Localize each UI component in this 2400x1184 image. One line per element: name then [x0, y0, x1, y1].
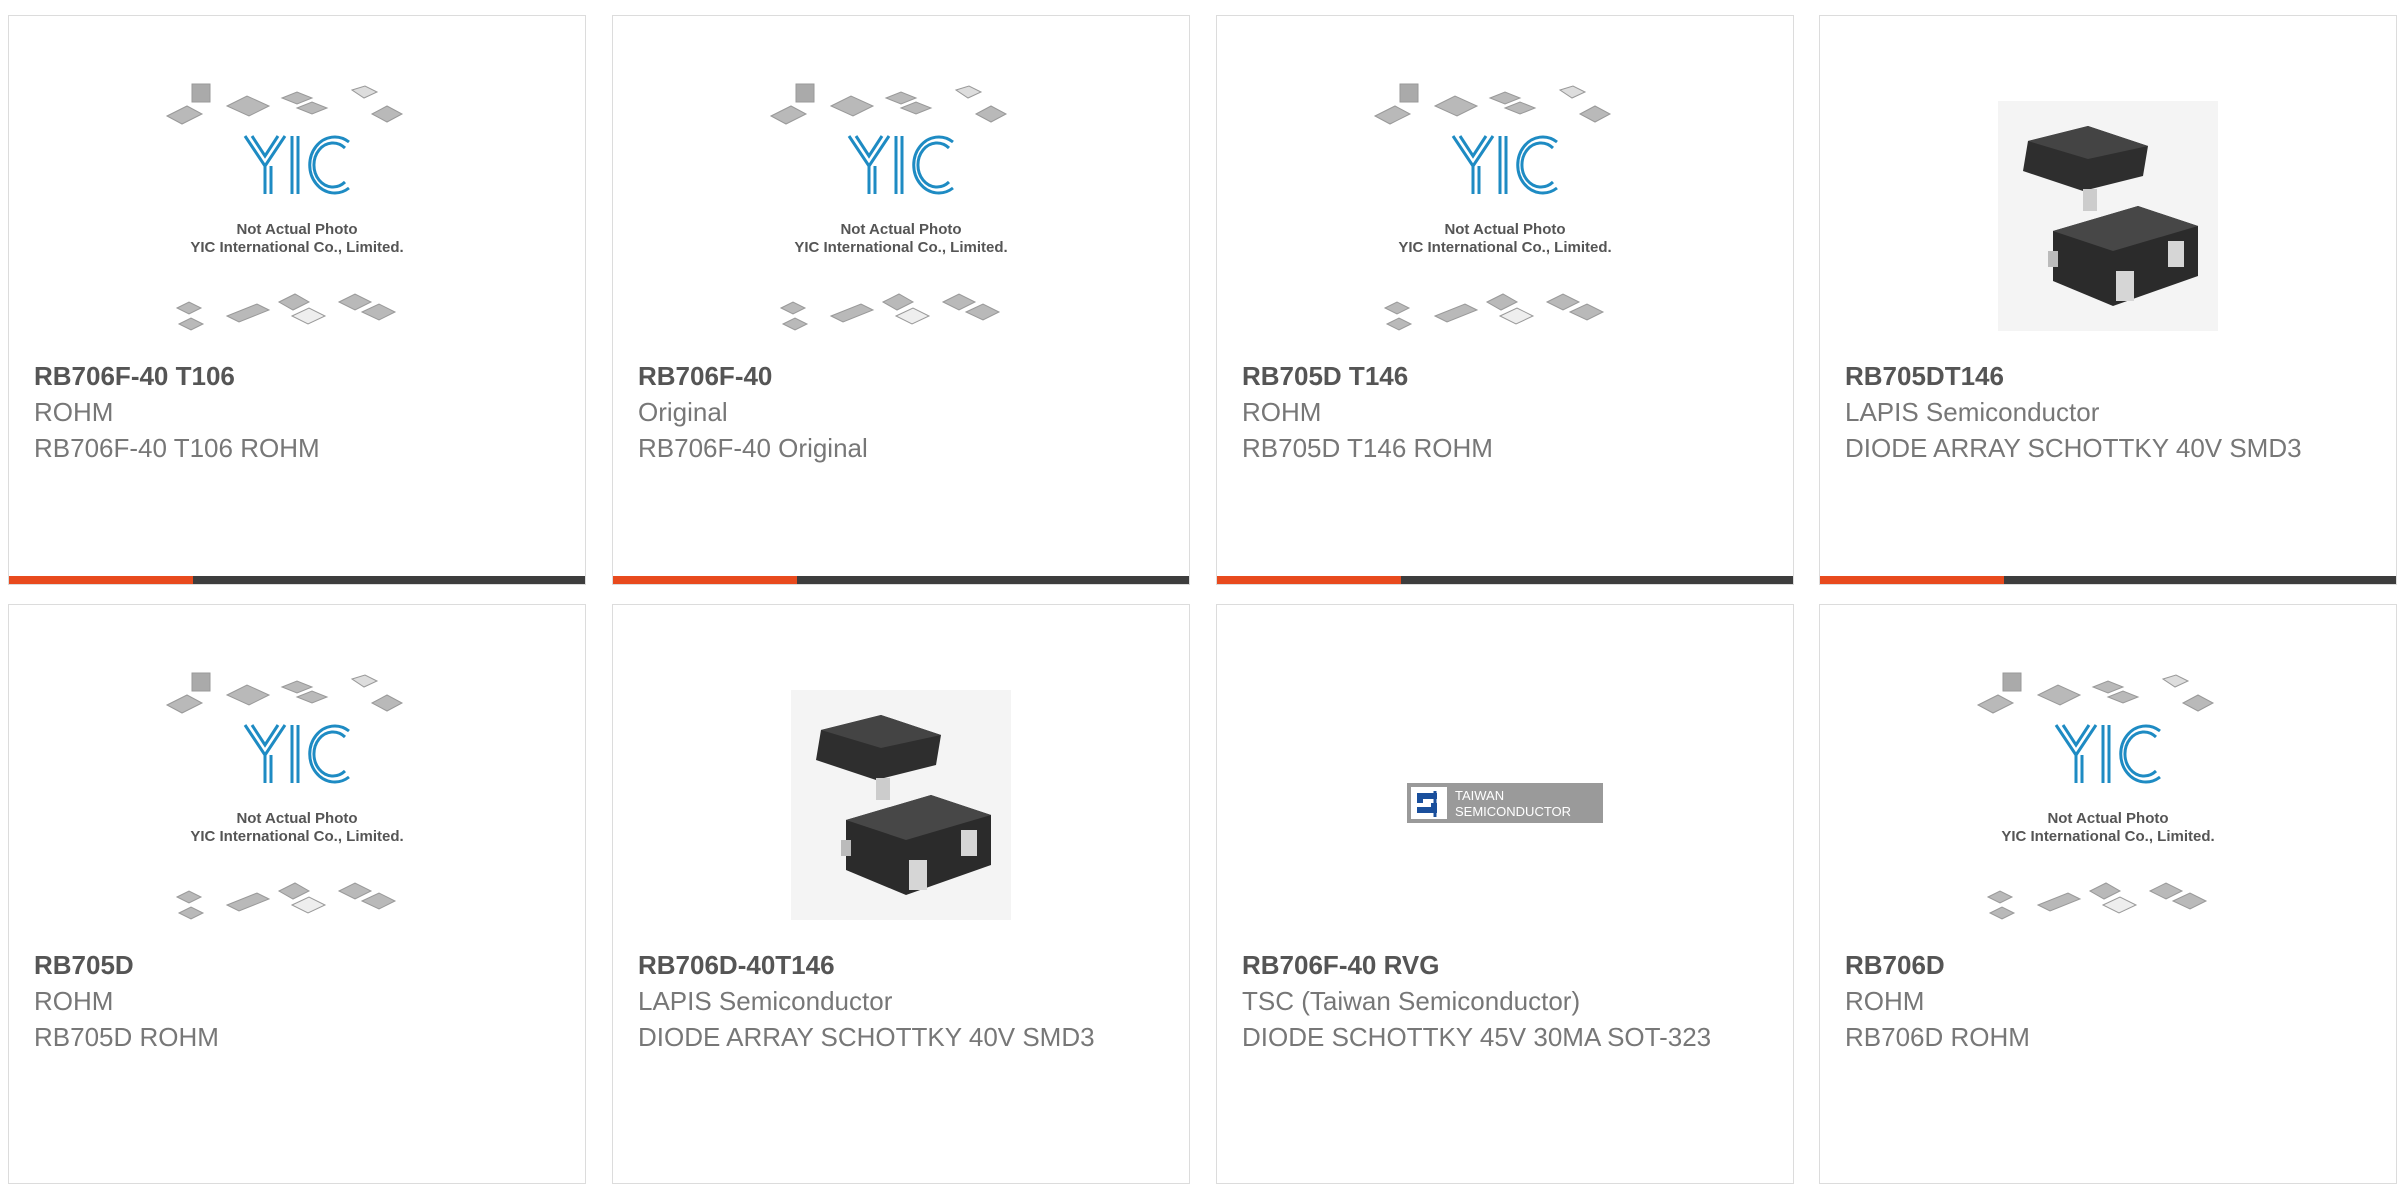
manufacturer: ROHM — [34, 397, 114, 427]
yic-placeholder-image: Not Actual Photo YIC International Co., … — [769, 83, 1008, 331]
part-number[interactable]: RB706F-40 RVG — [1242, 947, 1773, 983]
description: RB705D ROHM — [34, 1022, 219, 1052]
product-card[interactable]: TAIWAN SEMICONDUCTOR RB706F-40 RVG TSC (… — [1216, 604, 1794, 1184]
product-image[interactable]: Not Actual Photo YIC International Co., … — [9, 76, 585, 356]
product-card[interactable]: Not Actual Photo YIC International Co., … — [8, 15, 586, 585]
card-accent-bar — [9, 576, 193, 584]
product-grid: Not Actual Photo YIC International Co., … — [0, 0, 2400, 1184]
manufacturer: LAPIS Semiconductor — [1845, 397, 2100, 427]
product-image[interactable]: Not Actual Photo YIC International Co., … — [9, 665, 585, 945]
placeholder-line2: YIC International Co., Limited. — [190, 239, 403, 256]
part-number[interactable]: RB706F-40 T106 — [34, 358, 565, 394]
manufacturer: TSC (Taiwan Semiconductor) — [1242, 986, 1581, 1016]
part-number[interactable]: RB705D — [34, 947, 565, 983]
yic-placeholder-image: Not Actual Photo YIC International Co., … — [1373, 83, 1612, 331]
part-number[interactable]: RB706D-40T146 — [638, 947, 1169, 983]
placeholder-line2: YIC International Co., Limited. — [190, 828, 403, 845]
product-image[interactable]: TAIWAN SEMICONDUCTOR — [1217, 665, 1793, 945]
manufacturer: ROHM — [1242, 397, 1322, 427]
card-bottom-bar — [1820, 576, 2396, 584]
product-card[interactable]: Not Actual Photo YIC International Co., … — [8, 604, 586, 1184]
tsc-logo-line1: TAIWAN — [1455, 788, 1504, 803]
card-bottom-bar — [613, 576, 1189, 584]
placeholder-line1: Not Actual Photo — [236, 221, 357, 238]
description: RB706F-40 Original — [638, 433, 868, 463]
tsc-logo-line2: SEMICONDUCTOR — [1455, 804, 1571, 819]
yic-placeholder-image: Not Actual Photo YIC International Co., … — [165, 672, 404, 920]
tsc-logo-image: TAIWAN SEMICONDUCTOR — [1407, 783, 1603, 823]
placeholder-line2: YIC International Co., Limited. — [2001, 828, 2214, 845]
placeholder-line1: Not Actual Photo — [236, 810, 357, 827]
product-image[interactable] — [613, 665, 1189, 945]
card-bottom-bar — [9, 576, 585, 584]
product-image[interactable] — [1820, 76, 2396, 356]
sot23-component-image — [1998, 101, 2218, 331]
placeholder-line1: Not Actual Photo — [840, 221, 961, 238]
manufacturer: Original — [638, 397, 728, 427]
product-card[interactable]: Not Actual Photo YIC International Co., … — [612, 15, 1190, 585]
yic-placeholder-image: Not Actual Photo YIC International Co., … — [1976, 672, 2215, 920]
description: DIODE SCHOTTKY 45V 30MA SOT-323 — [1242, 1022, 1712, 1052]
manufacturer: LAPIS Semiconductor — [638, 986, 893, 1016]
description: DIODE ARRAY SCHOTTKY 40V SMD3 — [1845, 433, 2302, 463]
manufacturer: ROHM — [34, 986, 114, 1016]
sot23-component-image — [791, 690, 1011, 920]
product-image[interactable]: Not Actual Photo YIC International Co., … — [1820, 665, 2396, 945]
product-card[interactable]: Not Actual Photo YIC International Co., … — [1216, 15, 1794, 585]
description: RB705D T146 ROHM — [1242, 433, 1493, 463]
manufacturer: ROHM — [1845, 986, 1925, 1016]
product-card[interactable]: RB706D-40T146 LAPIS Semiconductor DIODE … — [612, 604, 1190, 1184]
card-bottom-bar — [1217, 576, 1793, 584]
yic-placeholder-image: Not Actual Photo YIC International Co., … — [165, 83, 404, 331]
card-accent-bar — [1217, 576, 1401, 584]
product-image[interactable]: Not Actual Photo YIC International Co., … — [613, 76, 1189, 356]
description: RB706F-40 T106 ROHM — [34, 433, 320, 463]
card-accent-bar — [613, 576, 797, 584]
placeholder-line1: Not Actual Photo — [2047, 810, 2168, 827]
description: RB706D ROHM — [1845, 1022, 2030, 1052]
part-number[interactable]: RB706F-40 — [638, 358, 1169, 394]
part-number[interactable]: RB705D T146 — [1242, 358, 1773, 394]
placeholder-line2: YIC International Co., Limited. — [1398, 239, 1611, 256]
product-card[interactable]: Not Actual Photo YIC International Co., … — [1819, 604, 2397, 1184]
description: DIODE ARRAY SCHOTTKY 40V SMD3 — [638, 1022, 1095, 1052]
product-card[interactable]: RB705DT146 LAPIS Semiconductor DIODE ARR… — [1819, 15, 2397, 585]
part-number[interactable]: RB705DT146 — [1845, 358, 2376, 394]
part-number[interactable]: RB706D — [1845, 947, 2376, 983]
product-image[interactable]: Not Actual Photo YIC International Co., … — [1217, 76, 1793, 356]
card-accent-bar — [1820, 576, 2004, 584]
placeholder-line1: Not Actual Photo — [1444, 221, 1565, 238]
placeholder-line2: YIC International Co., Limited. — [794, 239, 1007, 256]
